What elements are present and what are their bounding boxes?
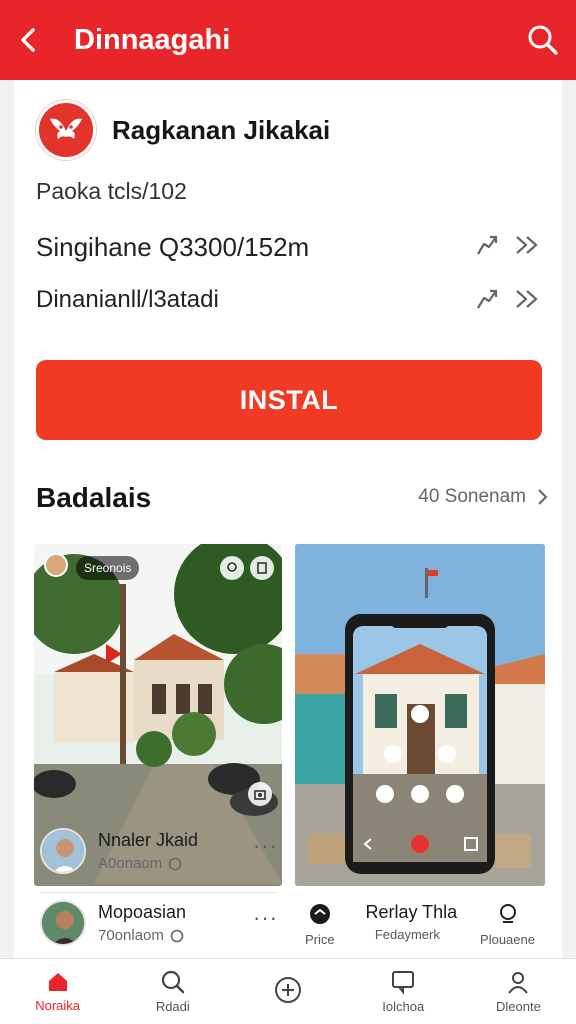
meta-label: Plouaene	[480, 932, 535, 947]
author-row[interactable]: Nnaler Jkaid A0onaom ···	[40, 828, 278, 874]
home-icon	[48, 973, 67, 991]
app-title-row: Ragkanan Jikakai	[36, 100, 330, 160]
meta-label: Fedaymerk	[374, 927, 440, 942]
package-info: Paoka tcls/102	[36, 178, 187, 204]
pin-icon	[499, 904, 516, 923]
share-icon[interactable]	[474, 286, 500, 312]
nav-add[interactable]	[230, 959, 345, 1024]
avatar	[40, 900, 86, 946]
gallery-more-label: 40 Sonenam	[418, 486, 526, 507]
nav-search[interactable]: Rdadi	[115, 959, 230, 1024]
page-title: Dinnaagahi	[74, 23, 231, 56]
developer-info: Dinanianll/l3atadi	[36, 286, 219, 313]
author-row[interactable]: Mopoasian 70onlaom ···	[40, 900, 278, 946]
app-header: Dinnaagahi	[0, 0, 576, 80]
bookmark-icon[interactable]	[250, 556, 274, 580]
photo-tag: Sreonois	[76, 556, 140, 580]
ar-meta-row: Price Rerlay Thla Fedaymerk Plouaene	[295, 902, 545, 947]
app-detail-panel: Ragkanan Jikakai Paoka tcls/102 Singihan…	[14, 80, 562, 960]
app-name: Ragkanan Jikakai	[112, 114, 331, 145]
nav-profile[interactable]: Dleonte	[461, 959, 576, 1024]
price-item[interactable]: Price	[305, 902, 335, 947]
bottom-navigation: Noraika Rdadi Iolchoa Dleonte	[0, 958, 576, 1024]
nav-label: Rdadi	[155, 999, 190, 1014]
share-icon[interactable]	[474, 232, 500, 258]
search-icon	[161, 970, 184, 994]
avatar	[44, 553, 68, 577]
nav-messages[interactable]: Iolchoa	[346, 959, 461, 1024]
location-icon[interactable]	[220, 556, 244, 580]
plugin-item[interactable]: Plouaene	[480, 902, 535, 947]
author-meta: A0onaom	[98, 855, 163, 872]
author-name: Mopoasian	[98, 902, 187, 922]
author-name: Nnaler Jkaid	[98, 830, 199, 850]
add-icon	[275, 976, 301, 1003]
meta-title: Rerlay Thla	[365, 902, 458, 922]
more-options-icon[interactable]: ···	[253, 905, 278, 931]
meta-label: Price	[305, 932, 335, 947]
bird-logo-icon	[50, 118, 82, 139]
chevron-double-right-icon[interactable]	[514, 232, 542, 258]
more-options-icon[interactable]: ···	[253, 833, 278, 859]
nav-label: Iolchoa	[382, 999, 425, 1014]
message-icon	[392, 971, 415, 995]
clock-icon	[170, 929, 184, 942]
gallery-more-link[interactable]: 40 Sonenam	[418, 486, 548, 508]
chevron-double-right-icon[interactable]	[514, 286, 542, 312]
chevron-left-icon	[21, 28, 35, 52]
app-logo	[36, 100, 96, 160]
nav-label: Noraika	[35, 998, 80, 1013]
search-icon	[528, 25, 558, 55]
divider	[40, 892, 278, 893]
nav-label: Dleonte	[496, 999, 541, 1014]
phone-ar-illustration	[295, 544, 545, 886]
author-meta: 70onlaom	[98, 927, 164, 944]
chevron-right-icon	[538, 489, 548, 505]
profile-icon	[508, 972, 529, 994]
size-info: Singihane Q3300/152m	[36, 232, 310, 262]
gallery-card-right[interactable]: Price Rerlay Thla Fedaymerk Plouaene	[295, 544, 545, 954]
features-item[interactable]: Rerlay Thla Fedaymerk	[357, 902, 457, 947]
back-button[interactable]	[0, 0, 56, 80]
avatar	[40, 828, 86, 874]
chat-icon	[309, 904, 330, 924]
camera-icon[interactable]	[248, 782, 272, 806]
gallery-title: Badalais	[36, 482, 152, 513]
gallery-card-left[interactable]: Sreonois Nnaler Jkaid A0onaom ··· Mopoas…	[34, 544, 282, 954]
install-button[interactable]: INSTAL	[36, 360, 542, 440]
search-button[interactable]	[510, 0, 576, 80]
clock-icon	[168, 857, 182, 870]
size-row-actions	[474, 232, 542, 258]
nav-home[interactable]: Noraika	[0, 959, 115, 1024]
developer-row-actions	[474, 286, 542, 312]
ar-preview-photo[interactable]	[295, 544, 545, 886]
